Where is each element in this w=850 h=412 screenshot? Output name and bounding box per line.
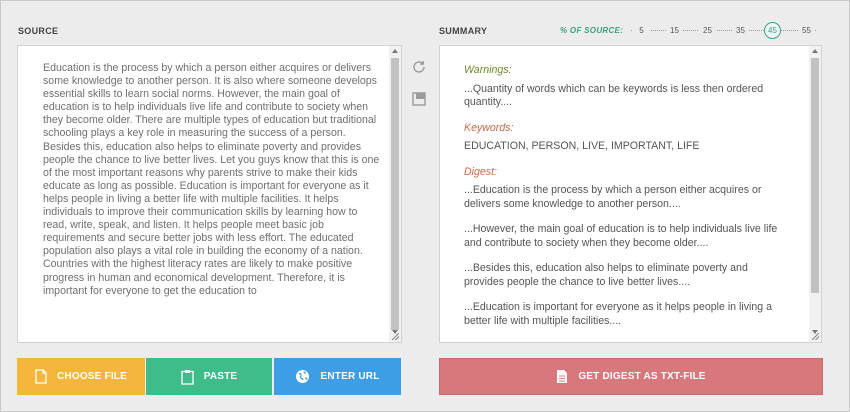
get-digest-label: GET DIGEST AS TXT-FILE <box>578 371 706 382</box>
percent-option-45-selected[interactable]: 45 <box>764 22 781 39</box>
percent-of-source-label: % OF SOURCE: <box>560 26 624 35</box>
refresh-icon[interactable] <box>411 59 427 80</box>
percent-option-5[interactable]: 5 <box>633 22 650 39</box>
scroll-up-arrow-icon[interactable] <box>812 49 818 53</box>
resize-grip-icon[interactable] <box>392 333 399 340</box>
warnings-heading: Warnings: <box>464 64 512 76</box>
keywords-text: EDUCATION, PERSON, LIVE, IMPORTANT, LIFE <box>464 140 700 152</box>
source-label: SOURCE <box>18 26 59 36</box>
summary-scroll-thumb[interactable] <box>811 58 819 293</box>
enter-url-label: ENTER URL <box>320 371 380 382</box>
percent-option-35[interactable]: 35 <box>732 22 749 39</box>
source-text: Education is the process by which a pers… <box>43 62 380 297</box>
paste-button[interactable]: PASTE <box>146 358 272 395</box>
summary-scrollbar[interactable] <box>809 46 821 342</box>
clipboard-icon <box>181 369 194 385</box>
paste-label: PASTE <box>203 371 238 382</box>
enter-url-button[interactable]: ENTER URL <box>274 358 401 395</box>
get-digest-button[interactable]: GET DIGEST AS TXT-FILE <box>439 358 823 395</box>
choose-file-label: CHOOSE FILE <box>57 371 127 382</box>
source-scrollbar[interactable] <box>389 46 401 342</box>
digest-item: ...Besides this, education also helps to… <box>464 262 748 288</box>
file-icon <box>35 369 47 384</box>
source-scroll-thumb[interactable] <box>391 58 399 330</box>
digest-heading: Digest: <box>464 165 497 178</box>
percent-option-55[interactable]: 55 <box>798 22 815 39</box>
warnings-text: ...Quantity of words which can be keywor… <box>464 82 764 109</box>
keywords-heading: Keywords: <box>464 121 514 134</box>
copy-icon[interactable] <box>411 91 427 112</box>
source-textarea[interactable]: Education is the process by which a pers… <box>17 45 402 343</box>
scroll-up-arrow-icon[interactable] <box>392 49 398 53</box>
percent-option-15[interactable]: 15 <box>666 22 683 39</box>
percent-track <box>631 30 816 31</box>
digest-item: ...Education is important for everyone a… <box>464 301 772 327</box>
resize-grip-icon[interactable] <box>812 333 819 340</box>
globe-icon <box>295 369 310 384</box>
digest-item: ...Education is the process by which a p… <box>464 184 762 210</box>
document-icon <box>556 369 568 384</box>
summary-label: SUMMARY <box>439 26 488 36</box>
choose-file-button[interactable]: CHOOSE FILE <box>17 358 145 395</box>
percent-option-25[interactable]: 25 <box>699 22 716 39</box>
summary-panel: Warnings: ...Quantity of words which can… <box>439 45 822 343</box>
digest-item: ...However, the main goal of education i… <box>464 223 778 249</box>
